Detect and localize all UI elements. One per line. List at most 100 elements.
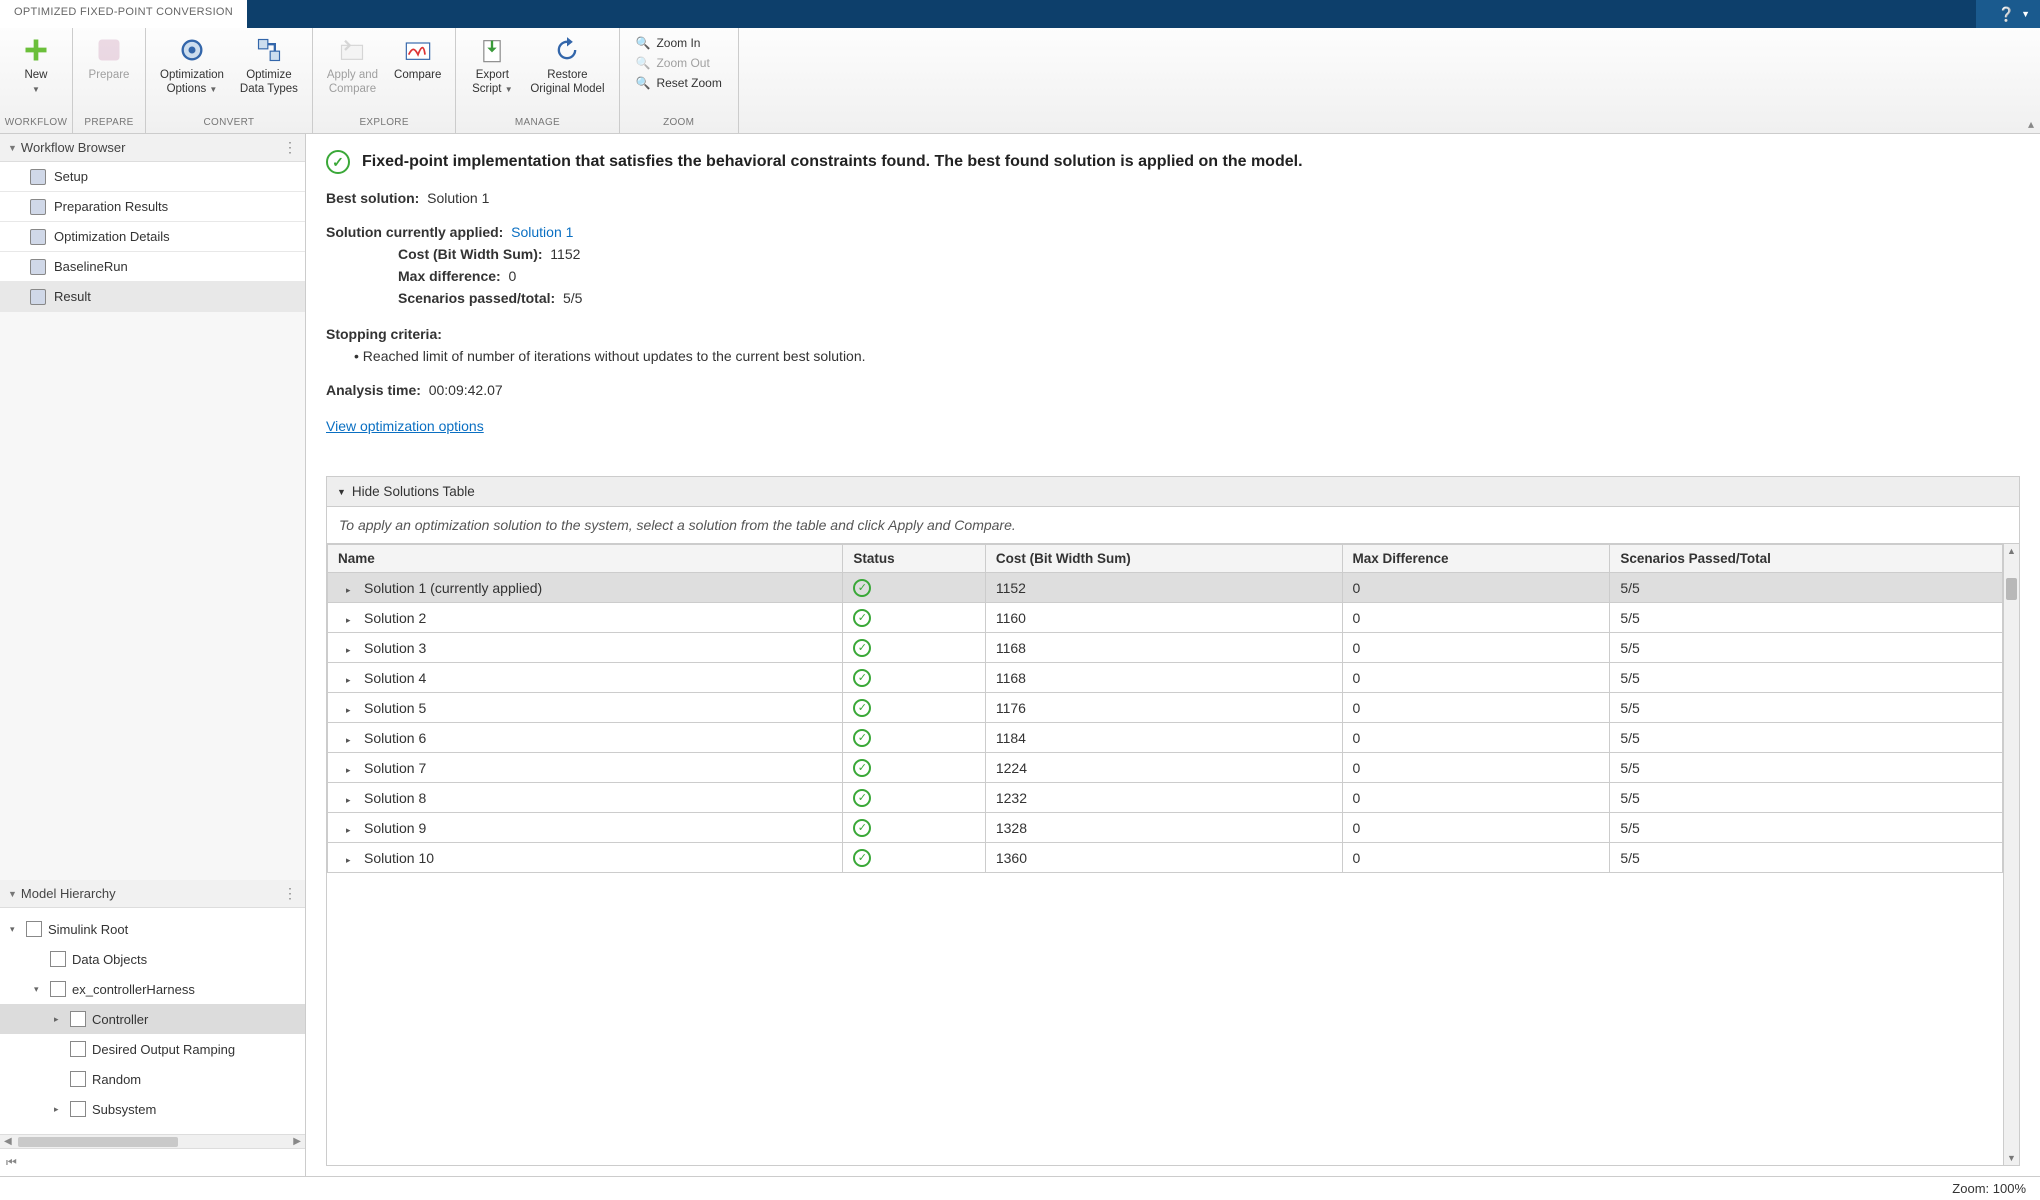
toggle-solutions-table[interactable]: ▼ Hide Solutions Table: [327, 477, 2019, 507]
table-header[interactable]: Name: [328, 545, 843, 573]
chevron-down-icon: ▼: [337, 487, 346, 497]
success-icon: ✓: [853, 639, 871, 657]
panel-menu-icon[interactable]: ⋮: [283, 885, 297, 902]
table-row[interactable]: ▸Solution 8✓123205/5: [328, 783, 2003, 813]
prepare-button: Prepare: [79, 32, 139, 86]
expand-icon[interactable]: ▸: [346, 705, 356, 716]
workflow-item-icon: [30, 169, 46, 185]
workflow-item-icon: [30, 229, 46, 245]
table-row[interactable]: ▸Solution 1 (currently applied)✓115205/5: [328, 573, 2003, 603]
success-icon: ✓: [326, 150, 350, 174]
hierarchy-node[interactable]: Random: [0, 1064, 305, 1094]
titlebar: OPTIMIZED FIXED-POINT CONVERSION ❔▼: [0, 0, 2040, 28]
hierarchy-tree: ▾Simulink RootData Objects▾ex_controller…: [0, 908, 305, 1134]
expand-icon[interactable]: ▸: [54, 1104, 64, 1115]
zoom-in-button[interactable]: 🔍Zoom In: [636, 36, 722, 50]
expand-icon[interactable]: ▸: [346, 645, 356, 656]
expand-icon[interactable]: ▾: [34, 984, 44, 995]
zoom-out-icon: 🔍: [636, 56, 651, 70]
hierarchy-node[interactable]: Data Objects: [0, 944, 305, 974]
apply-compare-button: Apply andCompare: [319, 32, 386, 100]
workflow-item-icon: [30, 259, 46, 275]
optimize-data-types-button[interactable]: OptimizeData Types: [232, 32, 306, 100]
table-row[interactable]: ▸Solution 2✓116005/5: [328, 603, 2003, 633]
vertical-scrollbar[interactable]: ▲▼: [2003, 544, 2019, 1165]
expand-icon[interactable]: ▸: [346, 825, 356, 836]
view-optimization-options-link[interactable]: View optimization options: [326, 418, 2020, 434]
collapse-toolstrip[interactable]: ▴: [2028, 117, 2034, 131]
expand-icon[interactable]: ▸: [346, 765, 356, 776]
solutions-table: NameStatusCost (Bit Width Sum)Max Differ…: [327, 544, 2003, 873]
model-icon: [50, 981, 66, 997]
optimization-options-button[interactable]: OptimizationOptions ▼: [152, 32, 232, 101]
help-icon: ❔: [1998, 6, 2015, 23]
model-icon: [70, 1011, 86, 1027]
table-header[interactable]: Status: [843, 545, 985, 573]
expand-icon[interactable]: ▸: [346, 795, 356, 806]
horizontal-scrollbar[interactable]: ◀▶: [0, 1134, 305, 1148]
table-row[interactable]: ▸Solution 4✓116805/5: [328, 663, 2003, 693]
table-row[interactable]: ▸Solution 5✓117605/5: [328, 693, 2003, 723]
go-first-button[interactable]: ⏮: [0, 1148, 305, 1176]
hierarchy-node[interactable]: ▾Simulink Root: [0, 914, 305, 944]
table-row[interactable]: ▸Solution 6✓118405/5: [328, 723, 2003, 753]
applied-solution-link[interactable]: Solution 1: [511, 224, 573, 240]
model-icon: [26, 921, 42, 937]
reset-zoom-button[interactable]: 🔍Reset Zoom: [636, 76, 722, 90]
toolstrip: New▼ WORKFLOW Prepare PREPARE Optimizati…: [0, 28, 2040, 134]
expand-icon[interactable]: ▸: [54, 1014, 64, 1025]
results-headline: Fixed-point implementation that satisfie…: [362, 153, 1303, 171]
app-tab[interactable]: OPTIMIZED FIXED-POINT CONVERSION: [0, 0, 247, 28]
zoom-out-button: 🔍Zoom Out: [636, 56, 722, 70]
expand-icon[interactable]: ▸: [346, 585, 356, 596]
prepare-icon: [95, 36, 123, 64]
expand-icon[interactable]: ▸: [346, 675, 356, 686]
workflow-item[interactable]: Preparation Results: [0, 192, 305, 222]
table-header[interactable]: Cost (Bit Width Sum): [985, 545, 1342, 573]
zoom-in-icon: 🔍: [636, 36, 651, 50]
hierarchy-node[interactable]: ▸Subsystem: [0, 1094, 305, 1124]
hierarchy-node[interactable]: Desired Output Ramping: [0, 1034, 305, 1064]
table-row[interactable]: ▸Solution 3✓116805/5: [328, 633, 2003, 663]
table-header[interactable]: Scenarios Passed/Total: [1610, 545, 2003, 573]
hierarchy-node[interactable]: ▾ex_controllerHarness: [0, 974, 305, 1004]
workflow-item[interactable]: Optimization Details: [0, 222, 305, 252]
expand-icon[interactable]: ▸: [346, 855, 356, 866]
chevron-down-icon: ▼: [2021, 9, 2030, 19]
help-button[interactable]: ❔▼: [1976, 0, 2040, 28]
expand-icon[interactable]: ▾: [10, 924, 20, 935]
model-icon: [50, 951, 66, 967]
table-row[interactable]: ▸Solution 10✓136005/5: [328, 843, 2003, 873]
restore-icon: [553, 36, 581, 64]
plus-icon: [22, 36, 50, 64]
new-button[interactable]: New▼: [6, 32, 66, 101]
workflow-item[interactable]: BaselineRun: [0, 252, 305, 282]
expand-icon[interactable]: ▸: [346, 615, 356, 626]
model-icon: [70, 1101, 86, 1117]
expand-icon[interactable]: ▸: [346, 735, 356, 746]
results-pane: ✓ Fixed-point implementation that satisf…: [306, 134, 2040, 1176]
table-row[interactable]: ▸Solution 9✓132805/5: [328, 813, 2003, 843]
apply-icon: [338, 36, 366, 64]
table-row[interactable]: ▸Solution 7✓122405/5: [328, 753, 2003, 783]
chevron-down-icon[interactable]: ▼: [8, 143, 17, 153]
model-hierarchy-header: ▼ Model Hierarchy ⋮: [0, 880, 305, 908]
chevron-down-icon[interactable]: ▼: [8, 889, 17, 899]
compare-icon: [404, 36, 432, 64]
hierarchy-node[interactable]: ▸Controller: [0, 1004, 305, 1034]
table-header[interactable]: Max Difference: [1342, 545, 1610, 573]
restore-model-button[interactable]: RestoreOriginal Model: [522, 32, 612, 100]
compare-button[interactable]: Compare: [386, 32, 449, 86]
model-icon: [70, 1041, 86, 1057]
success-icon: ✓: [853, 729, 871, 747]
workflow-item-icon: [30, 289, 46, 305]
success-icon: ✓: [853, 789, 871, 807]
left-sidebar: ▼ Workflow Browser ⋮ SetupPreparation Re…: [0, 134, 306, 1176]
workflow-item[interactable]: Result: [0, 282, 305, 312]
export-script-button[interactable]: ExportScript ▼: [462, 32, 522, 101]
workflow-item[interactable]: Setup: [0, 162, 305, 192]
panel-menu-icon[interactable]: ⋮: [283, 139, 297, 156]
success-icon: ✓: [853, 819, 871, 837]
solutions-panel: ▼ Hide Solutions Table To apply an optim…: [326, 476, 2020, 1166]
workflow-list: SetupPreparation ResultsOptimization Det…: [0, 162, 305, 312]
